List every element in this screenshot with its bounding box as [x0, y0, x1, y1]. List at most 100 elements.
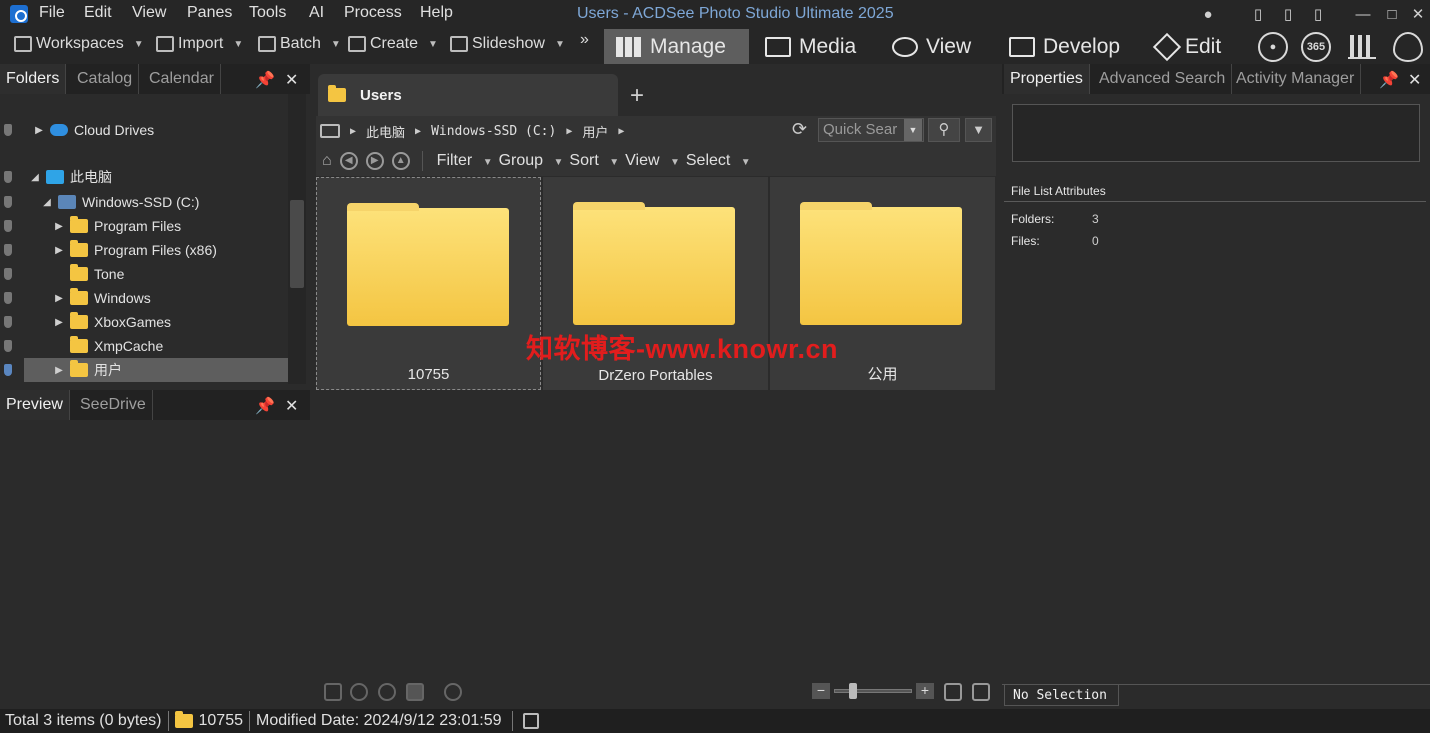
- back-icon[interactable]: ◀: [339, 152, 358, 170]
- chevron-down-icon[interactable]: ▼: [904, 119, 922, 141]
- view-menu[interactable]: View ▼: [625, 152, 680, 170]
- menu-ai[interactable]: AI: [309, 4, 324, 22]
- pin-icon[interactable]: 📌: [255, 396, 275, 416]
- account-icon[interactable]: ●: [1199, 6, 1217, 24]
- files-count-label: Files:: [1011, 234, 1040, 248]
- privacy-eye-icon[interactable]: [1393, 32, 1423, 62]
- breadcrumb-this-pc[interactable]: 此电脑: [366, 122, 405, 141]
- search-icon[interactable]: ⚲: [928, 118, 960, 142]
- tab-properties[interactable]: Properties: [1004, 64, 1090, 94]
- select-menu[interactable]: Select ▼: [686, 152, 751, 170]
- tree-item-folder-selected[interactable]: ▶ 用户: [54, 358, 122, 382]
- menu-file[interactable]: File: [39, 4, 65, 22]
- document-tab-users[interactable]: Users: [318, 74, 618, 116]
- tree-item-drive-c[interactable]: ◢ Windows-SSD (C:): [42, 190, 199, 214]
- collapse-icon[interactable]: ◢: [30, 172, 40, 183]
- mode-manage[interactable]: Manage: [604, 29, 749, 64]
- import-button[interactable]: Import ▼: [156, 35, 243, 53]
- thumbnail-size-slider[interactable]: [834, 683, 912, 699]
- dashboard-icon[interactable]: [1348, 35, 1376, 59]
- breadcrumb-drive[interactable]: Windows-SSD (C:): [431, 124, 556, 139]
- menu-help[interactable]: Help: [420, 4, 453, 22]
- tree-item-folder[interactable]: ▶ Program Files (x86): [54, 238, 217, 262]
- play-icon[interactable]: [444, 683, 462, 701]
- tree-item-this-pc[interactable]: ◢ 此电脑: [30, 165, 112, 189]
- menu-view[interactable]: View: [132, 4, 166, 22]
- rotate-left-icon[interactable]: [350, 683, 368, 701]
- expand-icon[interactable]: ▶: [54, 245, 64, 256]
- up-icon[interactable]: ▲: [391, 152, 410, 170]
- mode-develop[interactable]: Develop: [1009, 29, 1120, 64]
- tab-catalog[interactable]: Catalog: [71, 64, 140, 94]
- menu-edit[interactable]: Edit: [84, 4, 112, 22]
- expand-icon[interactable]: ▶: [54, 365, 64, 376]
- create-button[interactable]: Create ▼: [348, 35, 438, 53]
- tab-calendar[interactable]: Calendar: [143, 64, 221, 94]
- close-icon[interactable]: ✕: [285, 396, 298, 416]
- expand-icon[interactable]: ▶: [54, 293, 64, 304]
- expand-icon[interactable]: ▶: [54, 221, 64, 232]
- pin-icon[interactable]: 📌: [255, 70, 275, 90]
- mode-edit[interactable]: Edit: [1152, 29, 1221, 64]
- new-tab-button[interactable]: +: [630, 82, 644, 110]
- tree-item-folder[interactable]: ▶ Program Files: [54, 214, 181, 238]
- tree-scrollbar-thumb[interactable]: [290, 200, 304, 288]
- tree-item-cloud-drives[interactable]: ▶ Cloud Drives: [34, 118, 154, 142]
- tree-item-folder[interactable]: ▶ XboxGames: [54, 310, 171, 334]
- image-edit-icon[interactable]: [324, 683, 342, 701]
- tab-preview[interactable]: Preview: [0, 390, 70, 420]
- maximize-button[interactable]: □: [1383, 6, 1401, 24]
- refresh-icon[interactable]: ⟳: [792, 119, 807, 140]
- tree-scrollbar[interactable]: [288, 94, 306, 384]
- mode-365-button[interactable]: 365: [1301, 32, 1331, 62]
- tree-item-folder[interactable]: Tone: [54, 262, 124, 286]
- file-tile[interactable]: 10755: [316, 177, 541, 390]
- close-button[interactable]: ✕: [1409, 6, 1427, 24]
- filter-funnel-icon[interactable]: ▼: [965, 118, 992, 142]
- batch-button[interactable]: Batch ▼: [258, 35, 341, 53]
- workspaces-button[interactable]: Workspaces ▼: [14, 35, 144, 53]
- slider-thumb[interactable]: [849, 683, 857, 699]
- properties-icon[interactable]: [522, 713, 539, 729]
- toolbar-overflow-button[interactable]: »: [580, 31, 589, 49]
- tab-advanced-search[interactable]: Advanced Search: [1093, 64, 1233, 94]
- people-icon[interactable]: ●: [1258, 32, 1288, 62]
- menu-tools[interactable]: Tools: [249, 4, 286, 22]
- forward-icon[interactable]: ▶: [365, 152, 384, 170]
- layout-left-icon[interactable]: ▯: [1249, 6, 1267, 24]
- folder-icon: [70, 240, 88, 257]
- tab-seedrive[interactable]: SeeDrive: [74, 390, 153, 420]
- layout-right-icon[interactable]: ▯: [1309, 6, 1327, 24]
- tree-item-folder[interactable]: XmpCache: [54, 334, 163, 358]
- pin-icon[interactable]: 📌: [1379, 70, 1399, 90]
- tree-item-folder[interactable]: ▶ Windows: [54, 286, 151, 310]
- mode-media[interactable]: Media: [765, 29, 856, 64]
- tab-activity-manager[interactable]: Activity Manager: [1230, 64, 1362, 94]
- slideshow-button[interactable]: Slideshow ▼: [450, 35, 565, 53]
- sort-menu[interactable]: Sort ▼: [569, 152, 619, 170]
- collapse-icon[interactable]: ◢: [42, 197, 52, 208]
- group-menu[interactable]: Group ▼: [499, 152, 564, 170]
- details-view-icon[interactable]: [972, 683, 990, 701]
- zoom-out-icon[interactable]: −: [812, 683, 830, 699]
- minimize-button[interactable]: —: [1354, 6, 1372, 24]
- rotate-right-icon[interactable]: [378, 683, 396, 701]
- close-icon[interactable]: ✕: [1408, 70, 1421, 90]
- expand-icon[interactable]: ▶: [54, 317, 64, 328]
- breadcrumb-users[interactable]: 用户: [582, 122, 608, 141]
- slideshow-icon[interactable]: [406, 683, 424, 701]
- layout-bottom-icon[interactable]: ▯: [1279, 6, 1297, 24]
- mode-view[interactable]: View: [892, 29, 971, 64]
- menu-panes[interactable]: Panes: [187, 4, 232, 22]
- close-icon[interactable]: ✕: [285, 70, 298, 90]
- menu-process[interactable]: Process: [344, 4, 402, 22]
- home-icon[interactable]: ⌂: [322, 152, 332, 170]
- thumbnail-view-icon[interactable]: [944, 683, 962, 701]
- workspaces-label: Workspaces: [36, 35, 124, 52]
- zoom-in-icon[interactable]: +: [916, 683, 934, 699]
- tab-folders[interactable]: Folders: [0, 64, 67, 94]
- tree-marker: [4, 268, 12, 280]
- expand-icon[interactable]: ▶: [34, 125, 44, 136]
- filter-menu[interactable]: Filter ▼: [437, 152, 493, 170]
- selection-status-tab[interactable]: No Selection: [1004, 684, 1119, 706]
